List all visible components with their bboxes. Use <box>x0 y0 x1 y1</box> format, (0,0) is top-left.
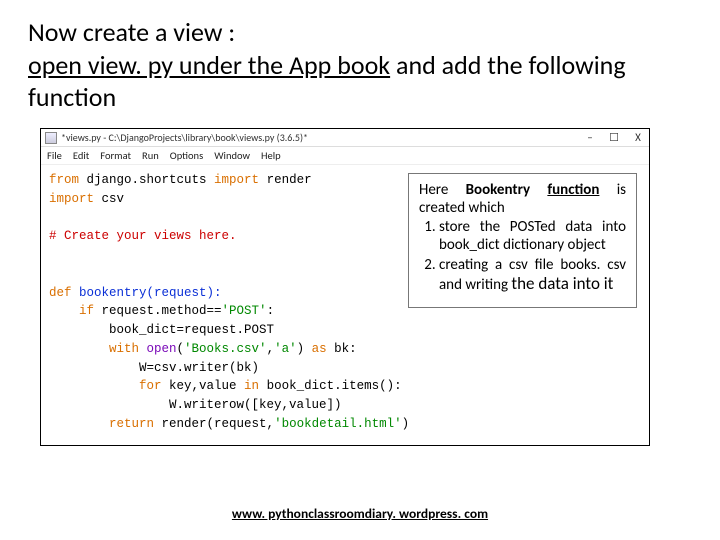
kw-return: return <box>49 417 154 431</box>
kw-with: with <box>49 342 139 356</box>
code-editor-window: *views.py - C:\DjangoProjects\library\bo… <box>40 128 650 446</box>
callout-bold-underline: function <box>547 181 599 199</box>
code-text: book_dict=request.POST <box>49 323 274 337</box>
kw-for: for <box>49 379 162 393</box>
kw-in: in <box>244 379 259 393</box>
string: 'a' <box>274 342 297 356</box>
code-text: django.shortcuts <box>79 173 214 187</box>
footer-link-text: www. pythonclassroomdiary. wordpress. co… <box>232 505 488 522</box>
code-text: ) <box>402 417 410 431</box>
menu-window[interactable]: Window <box>214 149 250 162</box>
code-text: render <box>259 173 312 187</box>
string: 'POST' <box>222 304 267 318</box>
code-text: ( <box>177 342 185 356</box>
menu-format[interactable]: Format <box>100 149 131 162</box>
code-text: request.method== <box>94 304 222 318</box>
heading-line2a: open view. py under the App book <box>28 49 390 81</box>
kw-if: if <box>49 304 94 318</box>
callout-text: data into it <box>535 273 614 294</box>
code-text: W.writerow([key,value]) <box>49 398 342 412</box>
string: 'bookdetail.html' <box>274 417 402 431</box>
code-text: , <box>267 342 275 356</box>
code-text: csv <box>94 192 124 206</box>
code-text: W=csv.writer(bk) <box>49 361 259 375</box>
kw-def: def <box>49 286 72 300</box>
window-title: *views.py - C:\DjangoProjects\library\bo… <box>61 131 579 144</box>
kw-as: as <box>312 342 327 356</box>
func-name: bookentry(request): <box>72 286 222 300</box>
callout-item-1: store the POSTed data into book_dict dic… <box>439 219 626 254</box>
comment: # Create your views here. <box>49 229 237 243</box>
callout-item-2: creating a csv file books. csv and writi… <box>439 257 626 295</box>
minimize-button[interactable]: – <box>583 131 597 144</box>
code-text: ) <box>297 342 312 356</box>
code-text: book_dict.items(): <box>259 379 402 393</box>
menu-file[interactable]: File <box>47 149 62 162</box>
kw-import: import <box>214 173 259 187</box>
window-controls: – ☐ X <box>583 131 645 144</box>
callout-text: the <box>511 273 534 294</box>
builtin-open: open <box>139 342 177 356</box>
callout-list: store the POSTed data into book_dict dic… <box>419 219 626 295</box>
explanation-callout: Here Bookentry function is created which… <box>408 173 637 308</box>
code-text: key,value <box>162 379 245 393</box>
code-text: bk: <box>327 342 357 356</box>
menu-edit[interactable]: Edit <box>73 149 89 162</box>
kw-from: from <box>49 173 79 187</box>
instruction-heading: Now create a view : open view. py under … <box>0 0 720 122</box>
menu-run[interactable]: Run <box>142 149 159 162</box>
callout-text: Here <box>419 181 466 199</box>
kw-import: import <box>49 192 94 206</box>
heading-line1: Now create a view : <box>28 16 235 48</box>
menu-options[interactable]: Options <box>170 149 203 162</box>
maximize-button[interactable]: ☐ <box>607 131 621 144</box>
menu-help[interactable]: Help <box>261 149 281 162</box>
menu-bar: File Edit Format Run Options Window Help <box>41 147 649 165</box>
callout-lead: Here Bookentry function is created which <box>419 181 626 217</box>
code-text: render(request, <box>154 417 274 431</box>
code-text: : <box>267 304 275 318</box>
window-titlebar: *views.py - C:\DjangoProjects\library\bo… <box>41 129 649 147</box>
string: 'Books.csv' <box>184 342 267 356</box>
footer-link[interactable]: www. pythonclassroomdiary. wordpress. co… <box>0 505 720 522</box>
close-button[interactable]: X <box>631 131 645 144</box>
app-icon <box>45 132 57 144</box>
callout-bold: Bookentry <box>466 181 548 199</box>
